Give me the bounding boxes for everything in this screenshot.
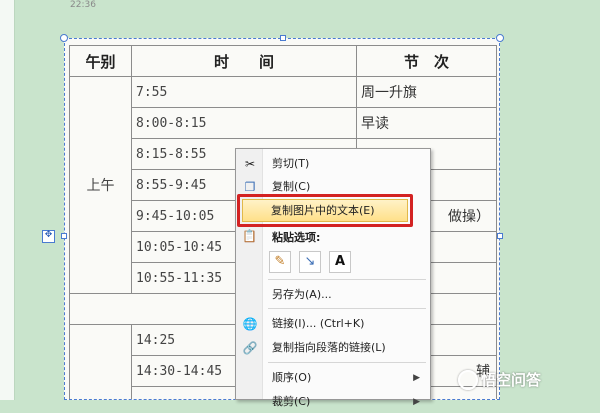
menu-separator (268, 308, 426, 309)
highlight-annotation-box (237, 194, 413, 227)
table-row-session: 周一升旗 (356, 76, 497, 108)
paragraph-link-icon: 🔗 (242, 341, 258, 355)
paste-keep-format-button[interactable]: ✎ (269, 251, 291, 273)
paste-options-label: 粘贴选项: (272, 231, 321, 244)
watermark-text: 悟空问答 (481, 371, 542, 389)
menu-item-more-label: 裁剪(C) (272, 395, 311, 408)
menu-item-save-as[interactable]: 另存为(A)... (236, 284, 430, 306)
copy-icon: ❐ (244, 180, 256, 194)
menu-item-more[interactable]: 裁剪(C) ▶ (236, 391, 430, 413)
table-row-time: 7:55 (131, 76, 357, 108)
resize-handle-top[interactable] (280, 35, 286, 41)
menu-item-copy-paragraph-link[interactable]: 🔗 复制指向段落的链接(L) (236, 337, 430, 359)
submenu-arrow-icon: ▶ (413, 397, 420, 407)
menu-item-link[interactable]: 🌐 链接(I)... (Ctrl+K) (236, 313, 430, 335)
menu-item-link-label: 链接(I)... (Ctrl+K) (272, 317, 365, 330)
resize-handle-left[interactable] (61, 233, 67, 239)
menu-separator (268, 279, 426, 280)
resize-handle-top-left[interactable] (60, 34, 68, 42)
menu-item-order-label: 顺序(O) (272, 371, 312, 384)
header-time: 时 间 (131, 45, 357, 77)
link-globe-icon: 🌐 (242, 317, 258, 331)
paste-merge-format-button[interactable]: ↘ (299, 251, 321, 273)
move-anchor-icon[interactable]: ✥ (42, 230, 55, 243)
menu-item-cut-label: 剪切(T) (272, 157, 310, 170)
scissors-icon: ✂ (244, 157, 256, 171)
menu-item-order[interactable]: 顺序(O) ▶ (236, 367, 430, 389)
header-noon-period: 午别 (69, 45, 132, 77)
timestamp: 22:36 (70, 0, 96, 10)
resize-handle-right[interactable] (497, 233, 503, 239)
paste-text-only-button[interactable]: A (329, 251, 351, 273)
afternoon-label-cell (69, 324, 132, 399)
menu-separator (268, 362, 426, 363)
header-session: 节 次 (356, 45, 497, 77)
submenu-arrow-icon: ▶ (413, 373, 420, 383)
table-row-time: 8:00-8:15 (131, 107, 357, 139)
menu-item-copy-paragraph-link-label: 复制指向段落的链接(L) (272, 341, 386, 354)
clipboard-icon: 📋 (242, 229, 257, 243)
menu-item-cut[interactable]: ✂ 剪切(T) (236, 153, 430, 175)
morning-label: 上午 (69, 76, 132, 294)
context-menu: ✂ 剪切(T) ❐ 复制(C) 粘贴选项: 📋 ✎ ↘ A 另存为(A)... … (235, 148, 431, 408)
left-margin-strip (0, 0, 15, 400)
menu-item-save-as-label: 另存为(A)... (272, 288, 332, 301)
resize-handle-top-right[interactable] (496, 34, 504, 42)
table-row-session: 早读 (356, 107, 497, 139)
watermark-logo-icon (458, 370, 478, 390)
